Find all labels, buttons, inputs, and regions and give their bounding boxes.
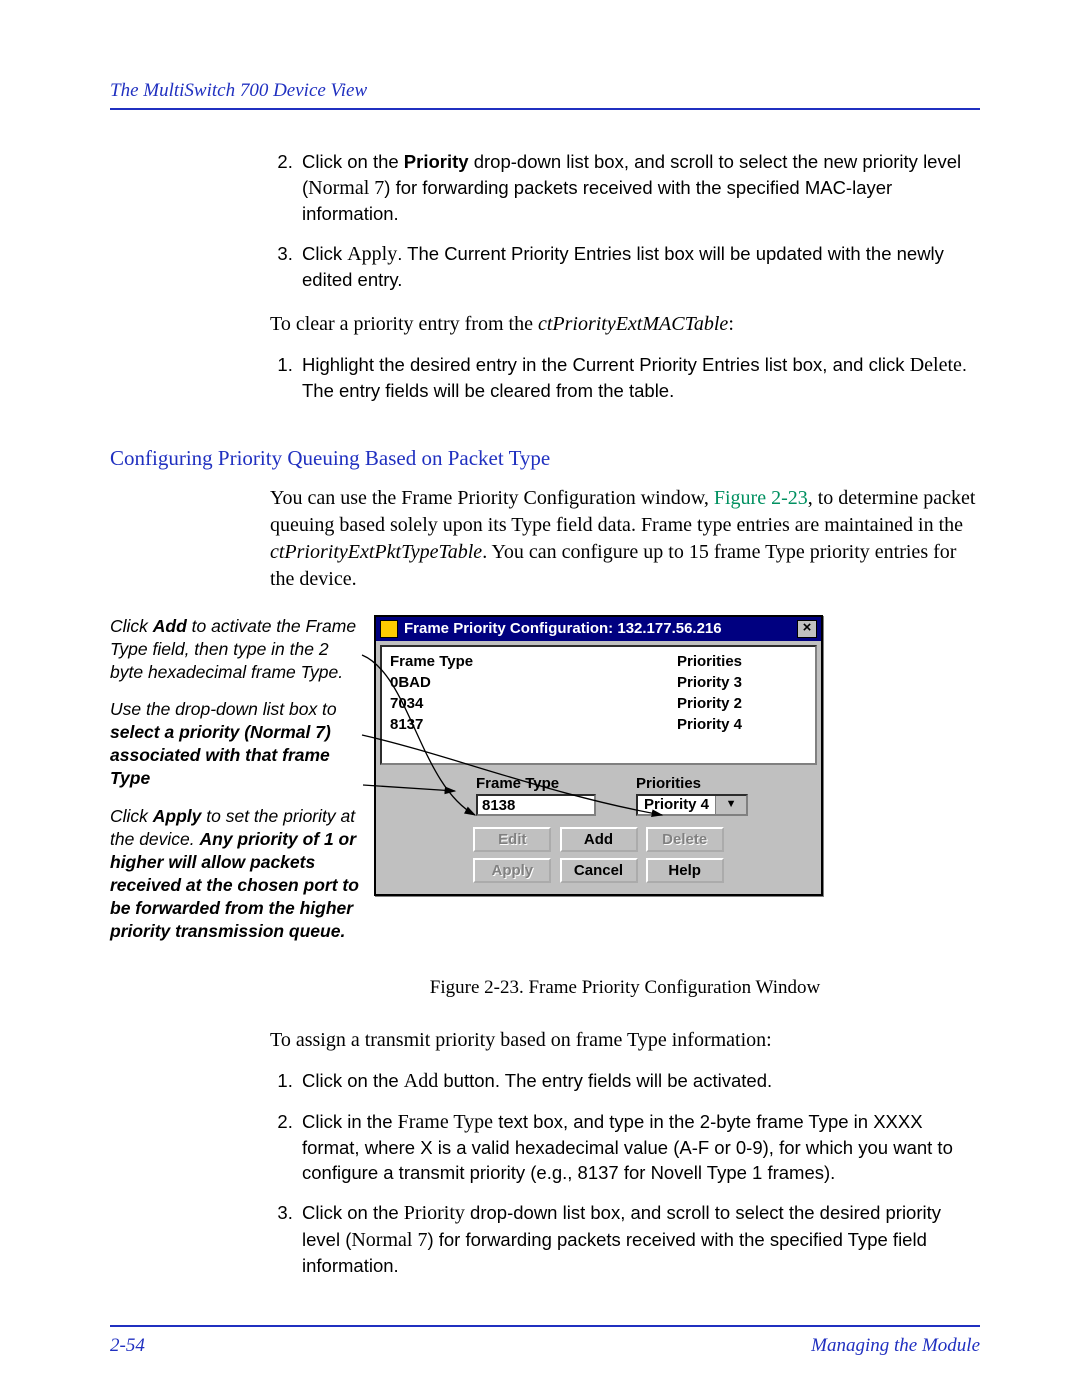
top-step-list: Click on the Priority drop-down list box… bbox=[270, 150, 980, 293]
clear-step-list: Highlight the desired entry in the Curre… bbox=[270, 352, 980, 404]
edit-button[interactable]: Edit bbox=[473, 827, 551, 852]
annotation-column: Click Add to activate the Frame Type fie… bbox=[110, 615, 360, 957]
delete-button[interactable]: Delete bbox=[646, 827, 724, 852]
figure-ref-link[interactable]: Figure 2-23 bbox=[714, 487, 808, 509]
assign-step-3: Click on the Priority drop-down list box… bbox=[298, 1200, 980, 1279]
annotation-1: Click Add to activate the Frame Type fie… bbox=[110, 615, 360, 684]
dialog-title: Frame Priority Configuration: 132.177.56… bbox=[404, 620, 722, 637]
annotation-3: Click Apply to set the priority at the d… bbox=[110, 805, 360, 944]
col-header-frame-type: Frame Type bbox=[390, 653, 677, 670]
add-button[interactable]: Add bbox=[560, 827, 638, 852]
assign-step-2: Click in the Frame Type text box, and ty… bbox=[298, 1109, 980, 1186]
page-footer: 2-54 Managing the Module bbox=[110, 1325, 980, 1357]
figure-caption: Figure 2-23. Frame Priority Configuratio… bbox=[270, 977, 980, 999]
cancel-button[interactable]: Cancel bbox=[560, 858, 638, 883]
apply-button[interactable]: Apply bbox=[473, 858, 551, 883]
chevron-down-icon[interactable]: ▼ bbox=[715, 796, 746, 814]
close-icon[interactable]: × bbox=[797, 620, 817, 638]
priority-dropdown[interactable]: Priority 4 ▼ bbox=[636, 794, 748, 816]
col-header-priorities: Priorities bbox=[677, 653, 807, 670]
priority-entries-list[interactable]: Frame Type Priorities 0BADPriority 3 703… bbox=[380, 645, 817, 765]
help-button[interactable]: Help bbox=[646, 858, 724, 883]
frame-type-input[interactable]: 8138 bbox=[476, 794, 596, 816]
titlebar: Frame Priority Configuration: 132.177.56… bbox=[376, 617, 821, 641]
label-priorities: Priorities bbox=[636, 775, 746, 792]
app-icon bbox=[380, 620, 398, 638]
assign-intro: To assign a transmit priority based on f… bbox=[270, 1027, 980, 1054]
list-row[interactable]: 8137Priority 4 bbox=[382, 714, 815, 735]
list-row[interactable]: 7034Priority 2 bbox=[382, 693, 815, 714]
section-heading: Configuring Priority Queuing Based on Pa… bbox=[110, 446, 980, 471]
step-3: Click Apply. The Current Priority Entrie… bbox=[298, 241, 980, 293]
assign-step-1: Click on the Add button. The entry field… bbox=[298, 1068, 980, 1095]
footer-section: Managing the Module bbox=[811, 1335, 980, 1357]
running-header: The MultiSwitch 700 Device View bbox=[110, 80, 980, 102]
header-rule bbox=[110, 108, 980, 110]
frame-priority-dialog: Frame Priority Configuration: 132.177.56… bbox=[374, 615, 823, 896]
label-frame-type: Frame Type bbox=[476, 775, 636, 792]
clear-step-1: Highlight the desired entry in the Curre… bbox=[298, 352, 980, 404]
step-2: Click on the Priority drop-down list box… bbox=[298, 150, 980, 227]
section-intro: You can use the Frame Priority Configura… bbox=[270, 485, 980, 593]
annotation-2: Use the drop-down list box to select a p… bbox=[110, 698, 360, 790]
clear-intro: To clear a priority entry from the ctPri… bbox=[270, 311, 980, 338]
list-row[interactable]: 0BADPriority 3 bbox=[382, 672, 815, 693]
assign-step-list: Click on the Add button. The entry field… bbox=[270, 1068, 980, 1279]
page-number: 2-54 bbox=[110, 1335, 145, 1357]
